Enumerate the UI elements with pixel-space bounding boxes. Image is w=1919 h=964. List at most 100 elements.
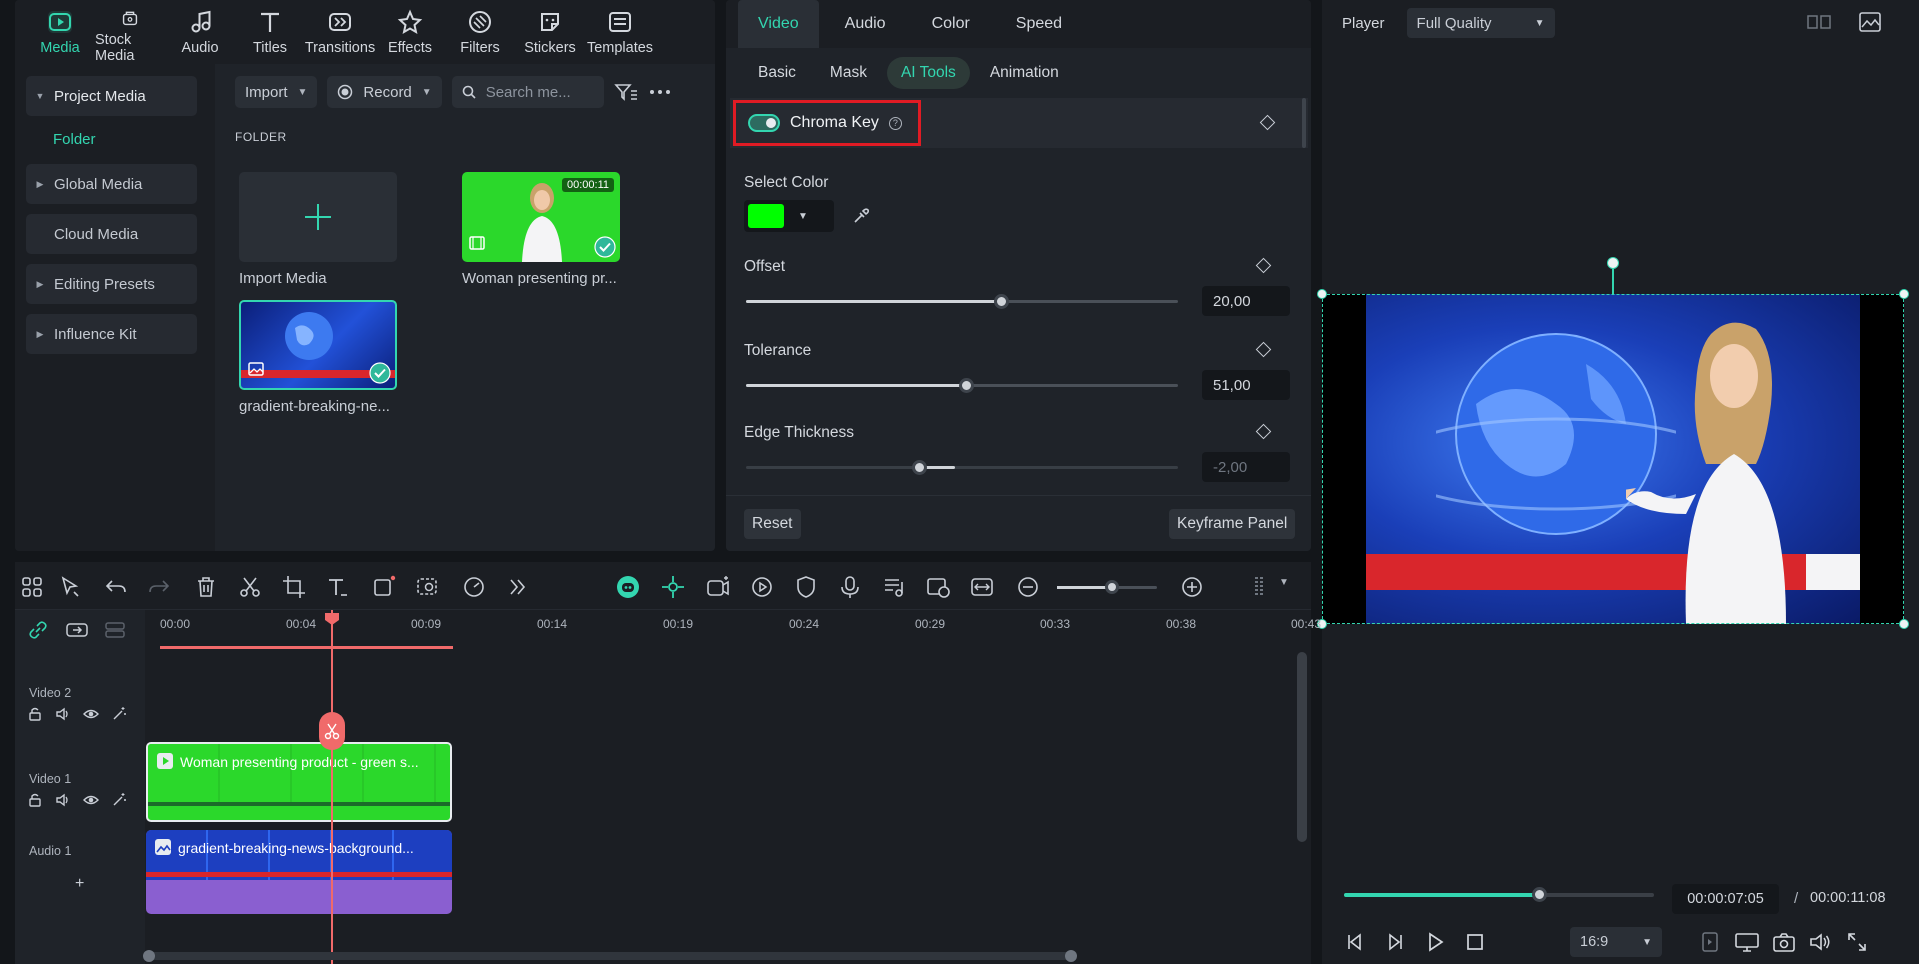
ai-magic-icon[interactable] xyxy=(111,792,127,808)
zoom-slider-knob[interactable] xyxy=(1105,580,1119,594)
play-icon[interactable] xyxy=(1424,931,1446,953)
timeline-ruler[interactable]: 00:00 00:04 00:09 00:14 00:19 00:24 00:2… xyxy=(145,610,1321,650)
previous-frame-icon[interactable] xyxy=(1344,931,1366,953)
tab-stock-media[interactable]: Stock Media xyxy=(95,0,165,64)
keyframe-diamond-icon[interactable] xyxy=(1255,257,1272,274)
sidebar-item-global-media[interactable]: ▶ Global Media xyxy=(26,164,197,204)
tab-audio-props[interactable]: Audio xyxy=(825,0,906,48)
reset-button[interactable]: Reset xyxy=(744,509,801,539)
playback-progress-bar[interactable] xyxy=(1344,887,1654,902)
next-frame-icon[interactable] xyxy=(1384,931,1406,953)
mark-in-icon[interactable] xyxy=(1700,931,1720,953)
subtab-ai-tools[interactable]: AI Tools xyxy=(886,57,970,89)
scroll-handle-left[interactable] xyxy=(143,950,155,962)
timeline-vertical-scrollbar[interactable] xyxy=(1297,652,1307,842)
eye-visibility-icon[interactable] xyxy=(83,792,99,808)
resize-handle-top-left[interactable] xyxy=(1317,289,1327,299)
slider-knob[interactable] xyxy=(911,460,927,475)
tab-video[interactable]: Video xyxy=(738,0,819,48)
eye-visibility-icon[interactable] xyxy=(83,706,99,722)
crop-icon[interactable] xyxy=(281,574,307,600)
playhead-marker-icon[interactable] xyxy=(324,612,340,626)
scissors-split-icon[interactable] xyxy=(237,574,263,600)
zoom-in-icon[interactable] xyxy=(1179,574,1205,600)
motion-track-icon[interactable] xyxy=(749,574,775,600)
sidebar-item-influence-kit[interactable]: ▶ Influence Kit xyxy=(26,314,197,354)
ai-copilot-icon[interactable] xyxy=(615,574,641,600)
layout-grid-icon[interactable] xyxy=(19,574,45,600)
add-track-plus-icon[interactable]: + xyxy=(75,875,84,893)
camera-snapshot-icon[interactable] xyxy=(1772,931,1796,953)
import-media-tile[interactable] xyxy=(239,172,397,262)
microphone-icon[interactable] xyxy=(837,574,863,600)
tab-filters[interactable]: Filters xyxy=(445,0,515,64)
keyframe-diamond-icon[interactable] xyxy=(1259,114,1276,131)
sidebar-item-folder[interactable]: Folder xyxy=(53,124,215,156)
resize-handle-bottom-right[interactable] xyxy=(1899,619,1909,629)
panel-scrollbar[interactable] xyxy=(1302,98,1306,148)
import-media-card[interactable]: Import Media xyxy=(239,172,399,287)
help-icon[interactable]: ? xyxy=(888,116,902,130)
speed-ramp-icon[interactable] xyxy=(461,574,487,600)
redo-icon[interactable] xyxy=(146,574,172,600)
aspect-ratio-dropdown[interactable]: 16:9 ▼ xyxy=(1570,927,1662,957)
media-thumbnail[interactable] xyxy=(239,300,397,390)
zoom-out-icon[interactable] xyxy=(1015,574,1041,600)
auto-reframe-icon[interactable] xyxy=(925,574,951,600)
more-tools-icon[interactable] xyxy=(505,574,531,600)
volume-icon[interactable] xyxy=(1808,931,1832,953)
quality-dropdown[interactable]: Full Quality ▼ xyxy=(1406,8,1555,38)
lock-track-icon[interactable] xyxy=(27,792,43,808)
ai-magic-icon[interactable] xyxy=(111,706,127,722)
resize-handle-top-right[interactable] xyxy=(1899,289,1909,299)
fit-timeline-icon[interactable] xyxy=(969,574,995,600)
ai-video-icon[interactable] xyxy=(705,574,731,600)
media-item-woman-presenting[interactable]: 00:00:11 Woman presenting pr... xyxy=(462,172,622,287)
playhead[interactable] xyxy=(331,610,333,964)
display-monitor-icon[interactable] xyxy=(1734,931,1760,953)
eyedropper-icon[interactable] xyxy=(852,207,870,225)
sidebar-item-cloud-media[interactable]: Cloud Media xyxy=(26,214,197,254)
stop-icon[interactable] xyxy=(1464,931,1486,953)
text-tool-icon[interactable] xyxy=(325,574,351,600)
select-pointer-icon[interactable] xyxy=(58,574,84,600)
color-select-dropdown[interactable]: ▼ xyxy=(744,200,834,232)
undo-icon[interactable] xyxy=(103,574,129,600)
subtab-basic[interactable]: Basic xyxy=(744,57,810,89)
subtab-animation[interactable]: Animation xyxy=(976,57,1073,89)
shield-protect-icon[interactable] xyxy=(793,574,819,600)
sidebar-item-project-media[interactable]: ▼ Project Media xyxy=(26,76,197,116)
lock-track-icon[interactable] xyxy=(27,706,43,722)
ai-selection-icon[interactable] xyxy=(415,574,441,600)
add-track-icon[interactable] xyxy=(65,620,89,640)
fullscreen-icon[interactable] xyxy=(1846,931,1868,953)
media-thumbnail[interactable]: 00:00:11 xyxy=(462,172,620,262)
current-timecode[interactable]: 00:00:07:05 xyxy=(1672,884,1779,914)
slider-knob[interactable] xyxy=(959,378,975,393)
keyframe-diamond-icon[interactable] xyxy=(1255,423,1272,440)
chroma-key-toggle[interactable] xyxy=(748,114,780,132)
zoom-slider[interactable] xyxy=(1057,580,1157,594)
timeline-horizontal-scrollbar[interactable] xyxy=(143,950,1077,962)
audio-mix-icon[interactable] xyxy=(881,574,907,600)
tolerance-value-field[interactable]: 51,00 xyxy=(1202,370,1290,400)
chevron-down-icon[interactable]: ▼ xyxy=(1279,577,1289,588)
mute-track-icon[interactable] xyxy=(55,706,71,722)
search-input[interactable]: Search me... xyxy=(451,76,604,108)
clip-breaking-news[interactable]: gradient-breaking-news-background... xyxy=(146,830,452,914)
filter-sort-icon[interactable] xyxy=(613,82,638,102)
clip-woman-presenting[interactable]: Woman presenting product - green s... xyxy=(146,742,452,822)
more-options-icon[interactable] xyxy=(648,82,672,102)
compare-view-icon[interactable] xyxy=(1806,12,1832,32)
sidebar-item-editing-presets[interactable]: ▶ Editing Presets xyxy=(26,264,197,304)
track-manager-icon[interactable] xyxy=(103,620,127,640)
tab-templates[interactable]: Templates xyxy=(585,0,655,64)
snapshot-gallery-icon[interactable] xyxy=(1858,11,1882,33)
tab-audio[interactable]: Audio xyxy=(165,0,235,64)
subtab-mask[interactable]: Mask xyxy=(816,57,881,89)
tab-stickers[interactable]: Stickers xyxy=(515,0,585,64)
track-height-icon[interactable] xyxy=(1247,574,1273,600)
edge-thickness-value-field[interactable]: -2,00 xyxy=(1202,452,1290,482)
media-item-breaking-news[interactable]: gradient-breaking-ne... xyxy=(239,300,399,415)
record-dropdown[interactable]: Record ▼ xyxy=(327,76,442,108)
